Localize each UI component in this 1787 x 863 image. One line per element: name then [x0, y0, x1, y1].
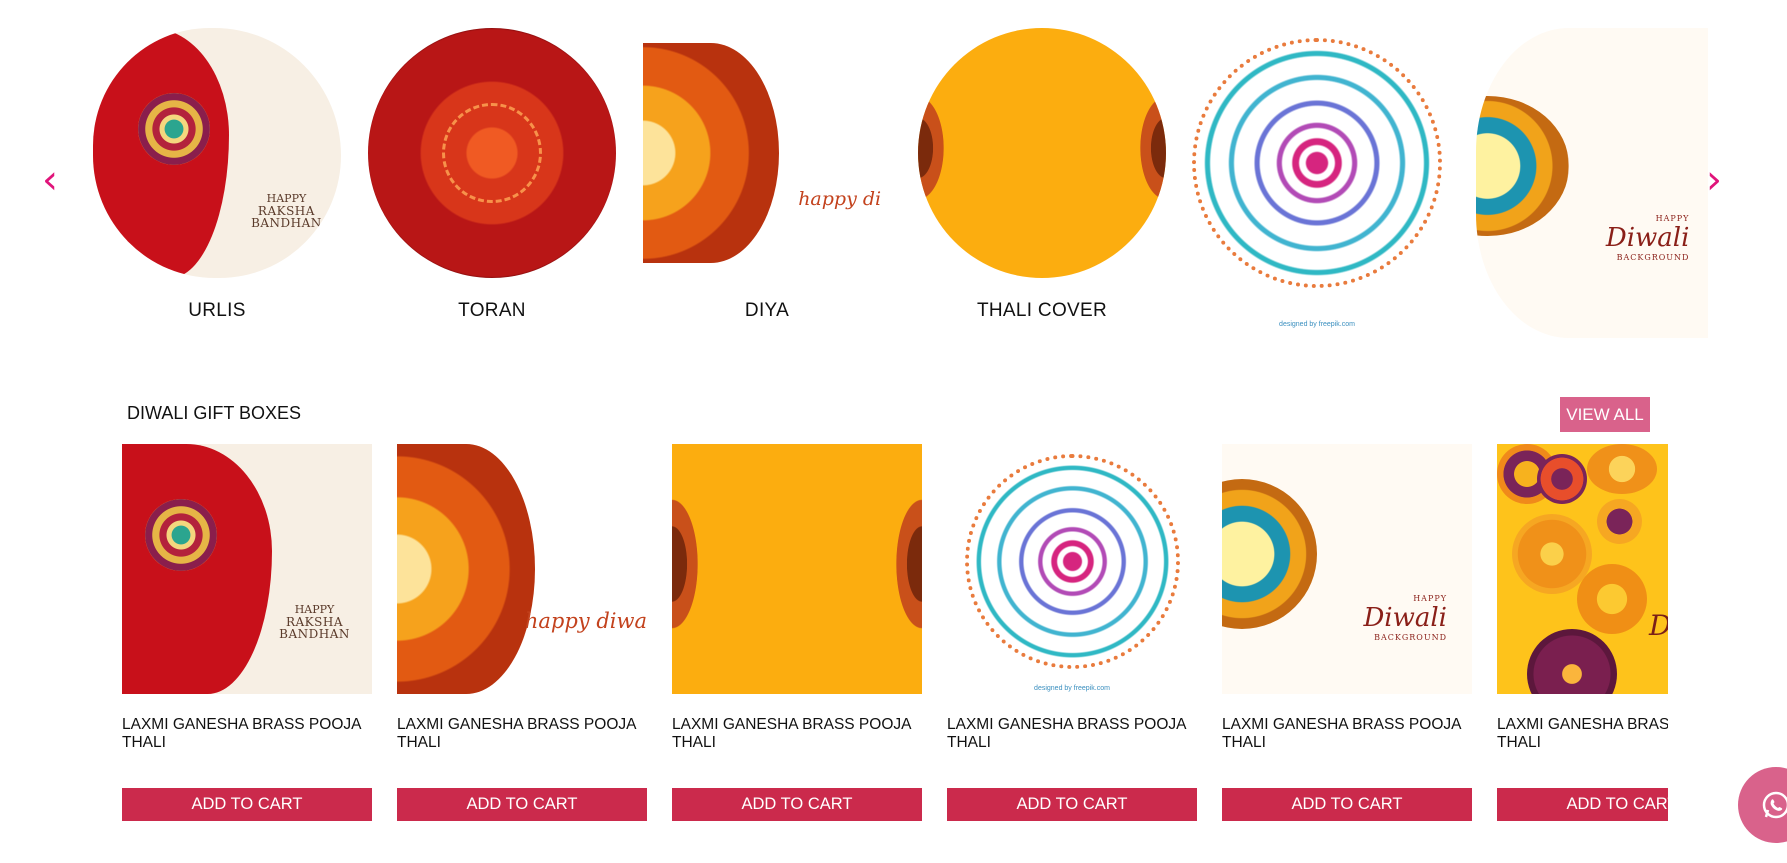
add-to-cart-button[interactable]: ADD TO CART	[1497, 788, 1668, 821]
category-item-thali-cover[interactable]: THALI COVER	[917, 28, 1167, 322]
add-to-cart-button[interactable]: ADD TO CART	[122, 788, 372, 821]
chevron-right-icon[interactable]: ›	[1706, 160, 1722, 200]
add-to-cart-button[interactable]: ADD TO CART	[397, 788, 647, 821]
product-name[interactable]: LAXMI GANESHA BRASS POOJATHALI	[947, 716, 1197, 756]
add-to-cart-button[interactable]: ADD TO CART	[947, 788, 1197, 821]
product-list: HAPPY RAKSHA BANDHAN LAXMI GANESHA BRASS …	[122, 444, 1668, 824]
whatsapp-chat-button[interactable]	[1738, 767, 1787, 843]
category-item-mandala[interactable]: designed by freepik.com	[1192, 28, 1442, 338]
product-name[interactable]: LAXMI GANESHA BRASS POOJATHALI	[397, 716, 647, 756]
product-name[interactable]: LAXMI GANESHA BRASS POOJATHALI	[122, 716, 372, 756]
category-item-diya[interactable]: happy di DIYA	[642, 28, 892, 322]
category-carousel: ‹ HAPPY RAKSHA BANDHAN URLIS TORAN happy …	[0, 0, 1787, 340]
add-to-cart-button[interactable]: ADD TO CART	[672, 788, 922, 821]
section-title: DIWALI GIFT BOXES	[127, 403, 302, 423]
category-label: THALI COVER	[977, 300, 1107, 321]
category-item-diwali[interactable]: HAPPY Diwali BACKGROUND	[1467, 28, 1717, 338]
rakhi-icon	[137, 93, 210, 165]
product-card[interactable]: designed by freepik.com LAXMI GANESHA BR…	[947, 444, 1197, 821]
product-name[interactable]: LAXMI GANESHA BRASS POOJATHALI	[672, 716, 922, 756]
category-item-toran[interactable]: TORAN	[367, 28, 617, 322]
chevron-left-icon[interactable]: ‹	[42, 160, 58, 200]
product-card[interactable]: HAPPY RAKSHA BANDHAN LAXMI GANESHA BRASS …	[122, 444, 372, 821]
product-image[interactable]: designed by freepik.com	[947, 444, 1197, 694]
product-name[interactable]: LAXMI GANESHA BRASS POOJATHALI	[1497, 716, 1668, 756]
product-image[interactable]: HAPPY RAKSHA BANDHAN	[122, 444, 372, 694]
whatsapp-icon	[1762, 791, 1787, 819]
category-image	[368, 28, 616, 278]
category-image: HAPPY RAKSHA BANDHAN	[93, 28, 341, 278]
product-card[interactable]: happy diwa LAXMI GANESHA BRASS POOJA THAL…	[397, 444, 647, 821]
product-image[interactable]: happy diwa	[397, 444, 647, 694]
product-name[interactable]: LAXMI GANESHA BRASS POOJATHALI	[1222, 716, 1472, 756]
add-to-cart-button[interactable]: ADD TO CART	[1222, 788, 1472, 821]
category-image: happy di	[643, 28, 891, 278]
product-image[interactable]: Di	[1497, 444, 1668, 694]
category-label: TORAN	[458, 300, 526, 321]
product-image[interactable]: HAPPY Diwali BACKGROUND	[1222, 444, 1472, 694]
category-item-urlis[interactable]: HAPPY RAKSHA BANDHAN URLIS	[92, 28, 342, 322]
category-image: designed by freepik.com	[1192, 28, 1442, 338]
product-image[interactable]	[672, 444, 922, 694]
category-image: HAPPY Diwali BACKGROUND	[1476, 28, 1708, 338]
product-card[interactable]: LAXMI GANESHA BRASS POOJA THALI ADD TO CA…	[672, 444, 922, 821]
product-card[interactable]: Di LAXMI GANESHA BRASS POOJATHALI ADD TO…	[1497, 444, 1668, 821]
product-card[interactable]: HAPPY Diwali BACKGROUND LAXMI GANESHA BRAS…	[1222, 444, 1472, 821]
category-image	[918, 28, 1166, 278]
category-label: URLIS	[188, 300, 246, 321]
category-label: DIYA	[744, 300, 790, 321]
view-all-button[interactable]: VIEW ALL	[1560, 397, 1650, 432]
